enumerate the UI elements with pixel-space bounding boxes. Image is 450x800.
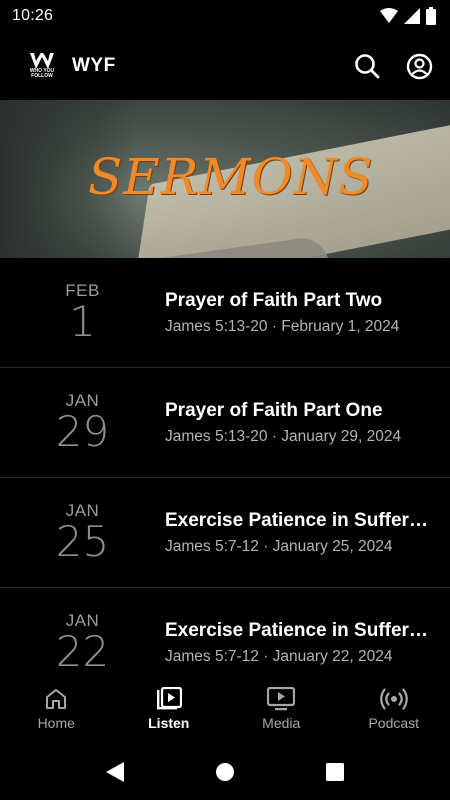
sermon-title: Prayer of Faith Part One (165, 399, 383, 421)
sermon-day: 22 (55, 626, 110, 674)
banner-title: SERMONS (88, 148, 374, 206)
nav-label-media: Media (262, 715, 301, 731)
sermon-meta: James 5:7-12 · January 25, 2024 (165, 537, 393, 555)
nav-item-media[interactable]: Media (225, 674, 338, 744)
sermon-date: JAN 25 (0, 501, 165, 566)
sermon-day: 1 (69, 296, 96, 346)
recents-button[interactable] (315, 752, 355, 792)
sermon-list-item[interactable]: JAN 29 Prayer of Faith Part One James 5:… (0, 368, 450, 478)
sermon-list-item[interactable]: FEB 1 Prayer of Faith Part Two James 5:1… (0, 258, 450, 368)
sermon-day: 25 (55, 516, 110, 566)
battery-icon (426, 7, 436, 25)
back-triangle-icon (106, 762, 124, 782)
nav-item-listen[interactable]: Listen (113, 674, 226, 744)
back-button[interactable] (95, 752, 135, 792)
podcast-icon (379, 688, 408, 710)
app-logo: WHO YOU FOLLOW (26, 50, 58, 82)
sermon-date: FEB 1 (0, 281, 165, 346)
sermon-title: Exercise Patience in Suffering (165, 509, 430, 531)
recents-square-icon (326, 763, 344, 781)
status-bar: 10:26 (0, 0, 450, 32)
sermon-meta: James 5:13-20 · February 1, 2024 (165, 317, 400, 335)
sermon-date: JAN 29 (0, 391, 165, 456)
home-circle-icon (216, 763, 234, 781)
home-system-button[interactable] (205, 752, 245, 792)
sermon-meta: James 5:13-20 · January 29, 2024 (165, 427, 402, 445)
home-icon (46, 689, 67, 709)
sermon-list-item[interactable]: JAN 22 Exercise Patience in Suffering Ja… (0, 588, 450, 674)
sermon-day: 29 (55, 406, 110, 456)
sermon-list: FEB 1 Prayer of Faith Part Two James 5:1… (0, 258, 450, 674)
account-button[interactable] (404, 51, 434, 81)
sermon-meta: James 5:7-12 · January 22, 2024 (165, 647, 393, 665)
logo-mark-icon (30, 53, 54, 69)
account-circle-icon (406, 53, 432, 79)
bottom-nav: Home Listen Media Podcast (0, 674, 450, 744)
app-title: WYF (72, 55, 116, 76)
sermon-title: Exercise Patience in Suffering (165, 619, 430, 641)
sermon-date: JAN 22 (0, 611, 165, 674)
sermons-banner: SERMONS (0, 100, 450, 258)
nav-label-home: Home (37, 715, 75, 731)
nav-item-home[interactable]: Home (0, 674, 113, 744)
search-button[interactable] (352, 51, 382, 81)
sermon-title: Prayer of Faith Part Two (165, 289, 383, 311)
app-bar: WHO YOU FOLLOW WYF (0, 32, 450, 100)
search-icon (355, 54, 380, 79)
media-icon (267, 687, 296, 711)
status-time: 10:26 (12, 7, 54, 24)
listen-icon (156, 687, 182, 710)
nav-label-listen: Listen (148, 715, 190, 731)
signal-icon (404, 8, 420, 24)
logo-text-line-2: FOLLOW (31, 73, 53, 79)
nav-label-podcast: Podcast (368, 715, 420, 731)
system-nav-bar (0, 744, 450, 800)
status-icons (380, 7, 436, 25)
nav-item-podcast[interactable]: Podcast (338, 674, 450, 744)
sermon-list-item[interactable]: JAN 25 Exercise Patience in Suffering Ja… (0, 478, 450, 588)
wifi-icon (380, 8, 398, 23)
